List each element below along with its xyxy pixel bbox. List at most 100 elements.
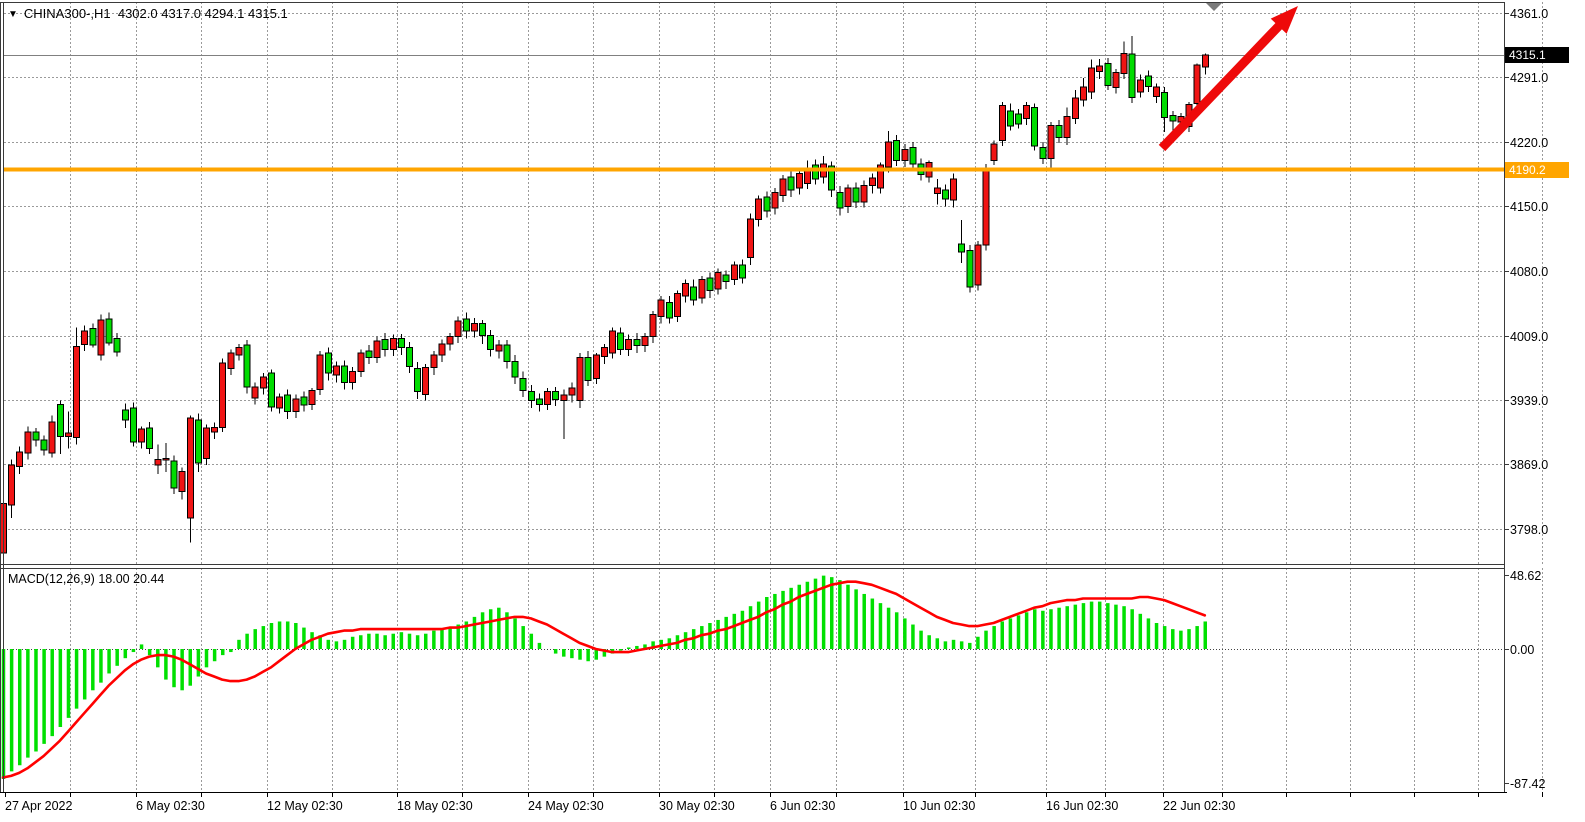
time-axis-label: 22 Jun 02:30 <box>1163 799 1235 813</box>
candle-up <box>796 173 802 188</box>
candle-down <box>268 373 274 407</box>
header-spacer <box>111 6 118 21</box>
candle-down <box>41 440 47 450</box>
candle-up <box>82 331 88 345</box>
symbol-expander-icon[interactable]: ▼ <box>8 9 18 20</box>
hline-price-tag: 4190.2 <box>1505 162 1569 178</box>
candle-up <box>1121 53 1127 73</box>
candle-up <box>626 339 632 349</box>
candle-down <box>90 328 96 345</box>
candle-up <box>845 188 851 206</box>
candle-down <box>147 428 153 448</box>
candle-down <box>488 336 494 350</box>
price-axis-label: 4009.0 <box>1510 330 1548 344</box>
candle-up <box>220 363 226 427</box>
symbol-header: ▼CHINA300-,H1 4302.0 4317.0 4294.1 4315.… <box>8 6 288 21</box>
candle-down <box>57 404 63 436</box>
chart-window: 4361.04291.04220.04150.04080.04009.03939… <box>0 0 1585 822</box>
time-axis-label: 6 Jun 02:30 <box>770 799 835 813</box>
macd-main-value: 18.00 <box>98 572 129 586</box>
candle-down <box>463 319 469 331</box>
candle-up <box>390 338 396 349</box>
candle-up <box>593 355 599 379</box>
candle-up <box>780 179 786 196</box>
macd-axis-label: -87.42 <box>1510 777 1545 791</box>
candle-up <box>423 368 429 395</box>
candle-down <box>853 188 859 202</box>
candle-down <box>382 339 388 349</box>
candle-up <box>975 245 981 285</box>
price-axis-label: 3939.0 <box>1510 394 1548 408</box>
candle-down <box>618 333 624 350</box>
candle-up <box>447 337 453 344</box>
candle-up <box>1202 55 1208 67</box>
candle-up <box>1072 98 1078 118</box>
candle-up <box>163 458 169 460</box>
price-axis-label: 3798.0 <box>1510 523 1548 537</box>
candle-up <box>731 265 737 280</box>
candle-up <box>204 428 210 458</box>
macd-label: MACD(12,26,9) 18.00 20.44 <box>8 572 164 586</box>
candle-up <box>983 169 989 245</box>
time-axis-label: 10 Jun 02:30 <box>903 799 975 813</box>
macd-histogram <box>4 576 1206 779</box>
candle-down <box>553 392 559 400</box>
candle-down <box>1032 107 1038 145</box>
macd-indicator-name: MACD(12,26,9) <box>8 572 95 586</box>
candle-down <box>122 410 128 420</box>
candle-up <box>49 422 55 453</box>
candle-up <box>869 178 875 185</box>
candle-up <box>358 353 364 371</box>
price-axis-label: 3869.0 <box>1510 458 1548 472</box>
candle-up <box>236 348 242 355</box>
candle-up <box>1024 106 1030 119</box>
candle-up <box>17 452 23 467</box>
candle-down <box>1016 114 1022 124</box>
candle-up <box>715 272 721 289</box>
candle-up <box>1064 117 1070 138</box>
price-axis-label: 4150.0 <box>1510 200 1548 214</box>
candle-down <box>1145 76 1151 86</box>
time-axis-label: 12 May 02:30 <box>267 799 343 813</box>
candle-down <box>1105 63 1111 85</box>
candle-down <box>894 140 900 160</box>
chart-canvas[interactable]: 4361.04291.04220.04150.04080.04009.03939… <box>0 0 1585 822</box>
candle-down <box>301 397 307 405</box>
chart-shift-marker-icon[interactable] <box>1206 3 1222 11</box>
candle-series <box>1 36 1209 562</box>
candle-up <box>260 377 266 388</box>
candle-up <box>179 471 185 491</box>
candle-down <box>788 177 794 190</box>
candle-down <box>813 165 819 179</box>
candle-down <box>942 190 948 199</box>
candle-up <box>642 337 648 346</box>
candle-down <box>325 353 331 373</box>
candle-down <box>739 265 745 278</box>
candle-up <box>98 320 104 355</box>
candle-up <box>212 427 218 432</box>
candle-up <box>431 355 437 368</box>
candle-down <box>114 338 120 352</box>
candle-up <box>601 348 607 357</box>
candle-up <box>577 358 583 401</box>
time-axis-label: 6 May 02:30 <box>136 799 205 813</box>
trend-arrow-shaft[interactable] <box>1162 22 1283 148</box>
candle-down <box>398 338 404 347</box>
candle-up <box>569 388 575 395</box>
candle-up <box>1154 87 1160 96</box>
candle-down <box>1040 148 1046 159</box>
price-axis-label: 4361.0 <box>1510 7 1548 21</box>
candle-down <box>1162 93 1168 118</box>
candle-down <box>244 345 250 387</box>
price-axis-label: 4291.0 <box>1510 71 1548 85</box>
candle-down <box>585 358 591 381</box>
candle-down <box>1129 54 1135 97</box>
candle-down <box>33 432 39 440</box>
candle-up <box>902 150 908 161</box>
time-axis-label: 24 May 02:30 <box>528 799 604 813</box>
candle-down <box>1056 126 1062 138</box>
candle-down <box>764 197 770 211</box>
current-price-tag: 4315.1 <box>1505 47 1569 63</box>
candle-up <box>471 324 477 331</box>
candle-down <box>504 345 510 362</box>
